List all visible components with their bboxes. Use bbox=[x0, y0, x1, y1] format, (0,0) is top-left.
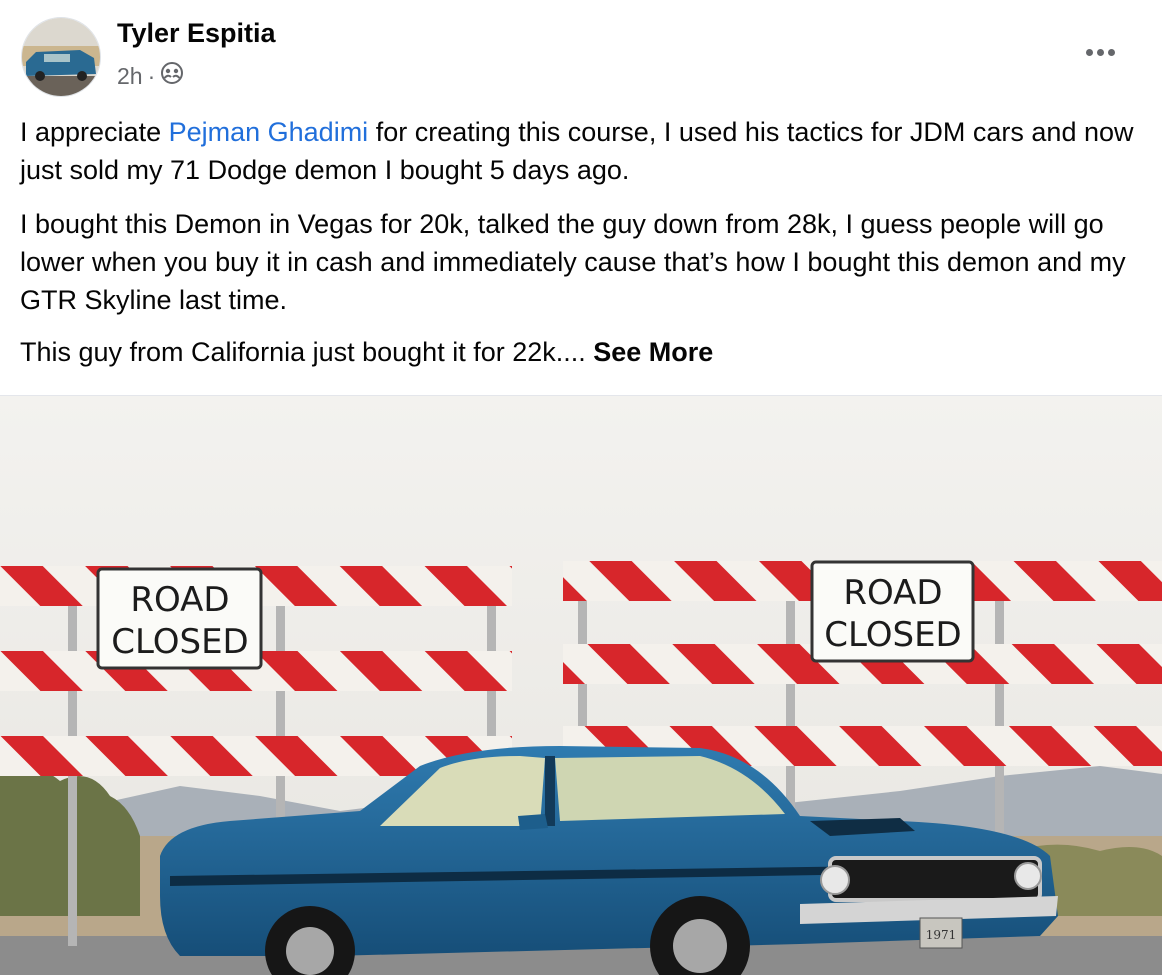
more-dot-icon bbox=[1085, 48, 1093, 56]
meta-separator: · bbox=[147, 62, 156, 89]
mention-link[interactable]: Pejman Ghadimi bbox=[169, 117, 369, 147]
paragraph-3-text: This guy from California just bought it … bbox=[20, 337, 594, 367]
post-header: Tyler Espitia 2h · bbox=[0, 0, 1162, 110]
road-closed-sign-left: ROAD CLOSED bbox=[96, 567, 263, 670]
sign-left-line-1: ROAD bbox=[130, 580, 229, 620]
friends-audience-icon[interactable] bbox=[160, 61, 184, 91]
post-paragraph-2: I bought this Demon in Vegas for 20k, ta… bbox=[20, 209, 1126, 315]
see-more-link[interactable]: See More bbox=[593, 337, 713, 367]
post-paragraph-1: I appreciate Pejman Ghadimi for creating… bbox=[20, 113, 1145, 189]
car-photo: ROAD CLOSED ROAD CLOSED 1971 bbox=[0, 396, 1162, 980]
more-dot-icon bbox=[1107, 48, 1115, 56]
sign-right-line-1: ROAD bbox=[843, 573, 942, 613]
sign-left-line-2: CLOSED bbox=[111, 622, 248, 662]
author-avatar[interactable] bbox=[21, 17, 101, 97]
more-options-button[interactable] bbox=[1072, 34, 1128, 70]
post-photo[interactable]: ROAD CLOSED ROAD CLOSED 1971 bbox=[0, 395, 1162, 980]
paragraph-1-before: I appreciate bbox=[20, 117, 169, 147]
license-plate: 1971 bbox=[926, 928, 957, 942]
author-name[interactable]: Tyler Espitia bbox=[117, 18, 276, 49]
post-meta: 2h · bbox=[117, 61, 184, 91]
avatar-image bbox=[22, 18, 100, 96]
post-time[interactable]: 2h bbox=[117, 63, 143, 90]
sign-right-line-2: CLOSED bbox=[824, 615, 961, 655]
road-closed-sign-right: ROAD CLOSED bbox=[810, 560, 975, 663]
post-paragraph-3: This guy from California just bought it … bbox=[20, 333, 1145, 371]
more-dot-icon bbox=[1096, 48, 1104, 56]
